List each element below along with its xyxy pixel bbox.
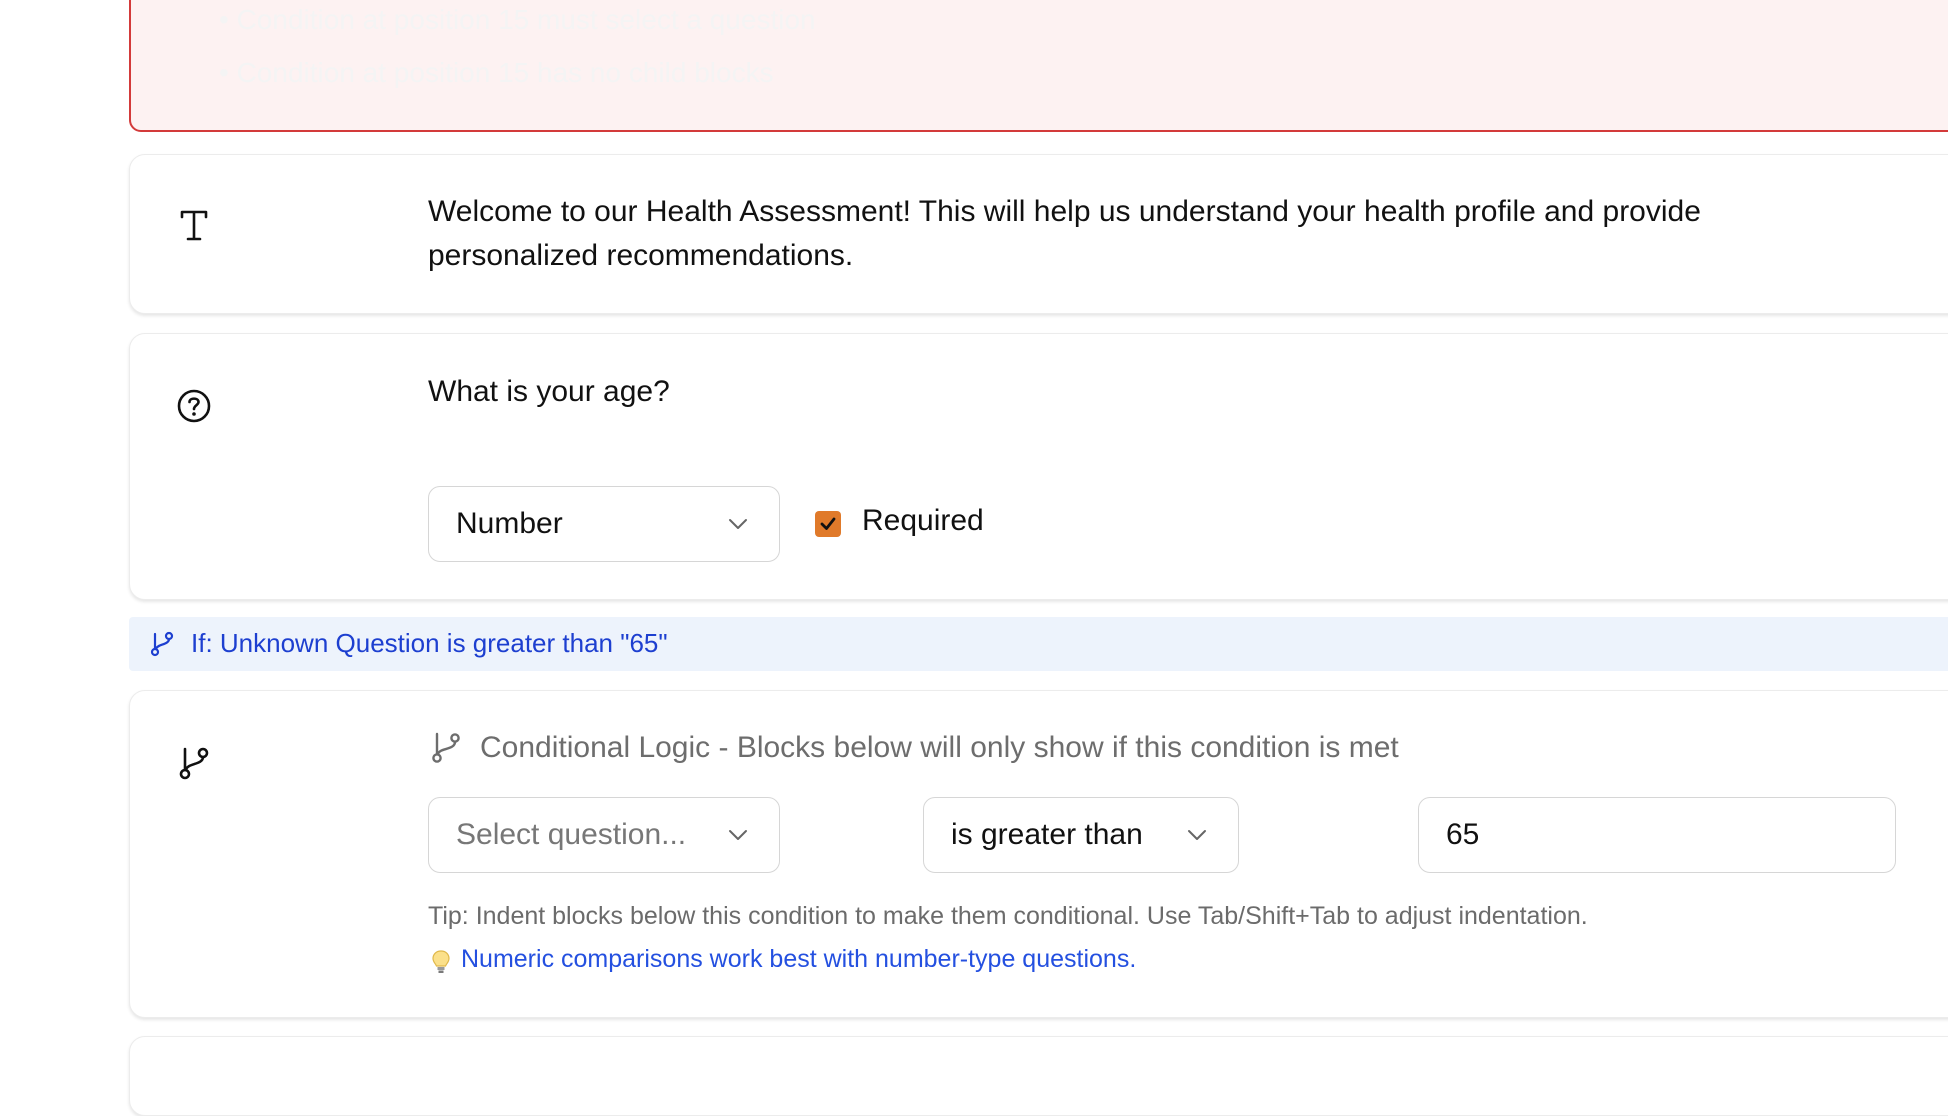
question-circle-icon bbox=[174, 386, 214, 426]
lightbulb-icon bbox=[432, 950, 450, 973]
conditional-logic-title: Conditional Logic - Blocks below will on… bbox=[480, 731, 1399, 764]
error-item: • Condition at position 15 has no child … bbox=[219, 57, 774, 88]
condition-banner[interactable]: If: Unknown Question is greater than "65… bbox=[129, 617, 1948, 671]
git-branch-icon bbox=[432, 732, 460, 763]
required-label[interactable]: Required bbox=[862, 504, 984, 538]
text-block-content[interactable]: Welcome to our Health Assessment! This w… bbox=[428, 190, 1701, 278]
question-text[interactable]: What is your age? bbox=[428, 370, 670, 414]
text-block-card[interactable]: Welcome to our Health Assessment! This w… bbox=[129, 154, 1948, 314]
condition-question-select[interactable]: Select question... bbox=[428, 797, 780, 873]
condition-value-text: 65 bbox=[1446, 818, 1480, 851]
question-block-card[interactable]: What is your age? Number Required bbox=[129, 333, 1948, 600]
question-type-value: Number bbox=[456, 507, 563, 540]
condition-value-input[interactable]: 65 bbox=[1418, 797, 1896, 873]
chevron-down-icon bbox=[1188, 830, 1206, 840]
validation-error-box: • Condition at position 15 must select a… bbox=[129, 0, 1948, 132]
chevron-down-icon bbox=[729, 519, 747, 529]
condition-banner-text: If: Unknown Question is greater than "65… bbox=[191, 628, 668, 658]
text-block-line: personalized recommendations. bbox=[428, 239, 854, 272]
conditional-logic-card[interactable]: Conditional Logic - Blocks below will on… bbox=[129, 690, 1948, 1018]
text-block-line: Welcome to our Health Assessment! This w… bbox=[428, 195, 1701, 228]
next-block-card[interactable] bbox=[129, 1036, 1948, 1116]
question-type-select[interactable]: Number bbox=[428, 486, 780, 562]
check-icon bbox=[820, 517, 836, 530]
condition-operator-value: is greater than bbox=[951, 818, 1143, 851]
required-checkbox[interactable] bbox=[815, 511, 841, 537]
numeric-comparison-hint: Numeric comparisons work best with numbe… bbox=[461, 945, 1137, 973]
text-type-icon bbox=[174, 205, 214, 245]
git-branch-icon bbox=[174, 743, 214, 783]
git-branch-icon bbox=[150, 631, 174, 657]
chevron-down-icon bbox=[729, 830, 747, 840]
error-item: • Condition at position 15 must select a… bbox=[219, 4, 816, 35]
condition-question-placeholder: Select question... bbox=[456, 818, 687, 851]
condition-operator-select[interactable]: is greater than bbox=[923, 797, 1239, 873]
condition-tip-text: Tip: Indent blocks below this condition … bbox=[428, 902, 1588, 930]
